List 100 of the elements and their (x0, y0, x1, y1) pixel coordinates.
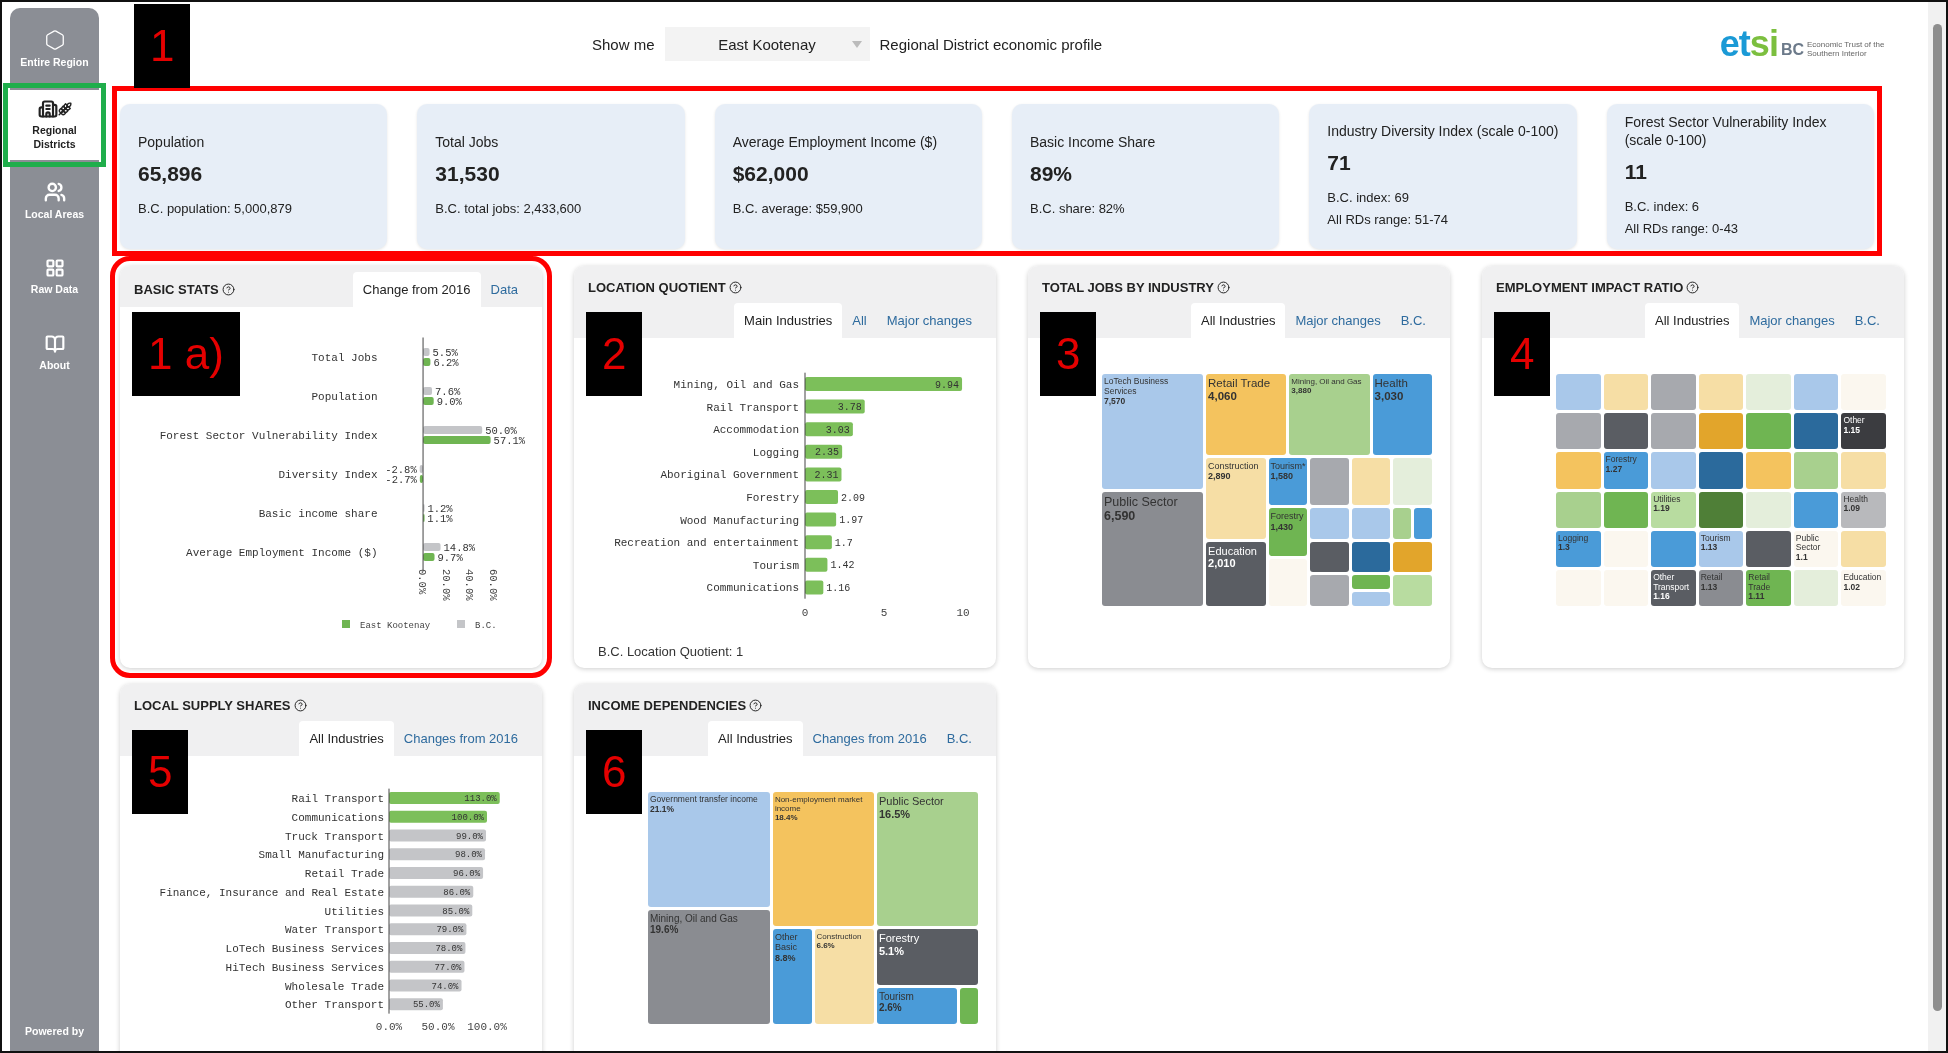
value-label: -2.8% (385, 463, 417, 476)
tile-value: 7,570 (1104, 396, 1126, 407)
panel-title: EMPLOYMENT IMPACT RATIO (1496, 280, 1684, 295)
tile-label: Logging (1558, 533, 1589, 544)
kpi-value: 65,896 (138, 161, 204, 186)
tick-label: 50.0% (421, 1021, 455, 1033)
value-label: 5.5% (432, 346, 458, 359)
kpi-note: B.C. index: 69 (1327, 188, 1410, 207)
value-label: 77.0% (434, 962, 462, 973)
tile-label: Retail Trade (1748, 572, 1772, 593)
tile-value: 19.6% (650, 924, 679, 936)
tile-value: 3,030 (1374, 390, 1404, 404)
axis-label: Communications (706, 582, 799, 595)
axis-label: Utilities (324, 905, 384, 918)
tick-label: 40.0% (463, 569, 476, 601)
tile-label: Health (1843, 494, 1868, 505)
kpi-label: Total Jobs (435, 133, 500, 152)
value-label: 96.0% (453, 869, 481, 880)
tile-label: Tourism (1700, 533, 1731, 544)
value-label: 3.03 (825, 424, 850, 436)
kpi-note: B.C. index: 6 (1624, 197, 1701, 216)
axis-label: Mining, Oil and Gas (673, 379, 799, 391)
callout-label: 5 (132, 730, 189, 814)
callout-label: 4 (1494, 312, 1551, 396)
axis-label: LoTech Business Services (225, 943, 384, 955)
panel-title: TOTAL JOBS BY INDUSTRY (1042, 280, 1214, 295)
show-me-label: Show me (592, 35, 655, 53)
axis-label: Truck Transport (284, 830, 384, 843)
kpi-note: B.C. average: $59,900 (732, 199, 864, 218)
tile-value: 4,060 (1208, 390, 1237, 404)
tile-label: Health (1374, 377, 1408, 391)
tile-label: LoTech Business Services (1104, 377, 1170, 397)
tile-value: 1.13 (1700, 582, 1718, 593)
axis-label: Average Employment Income ($) (186, 547, 378, 559)
value-label: 98.0% (455, 850, 483, 861)
tile-value: 1.11 (1748, 592, 1765, 603)
kpi-label: Average Employment Income ($) (732, 133, 939, 152)
panel-title: INCOME DEPENDENCIES (588, 698, 747, 713)
tile-label: Other Transport (1653, 572, 1691, 593)
kpi-note: B.C. population: 5,000,879 (138, 199, 293, 218)
panel-title: LOCATION QUOTIENT (588, 280, 726, 295)
tile-value: 8.8% (774, 952, 796, 964)
legend-label: B.C. (475, 621, 497, 631)
value-label: 6.2% (433, 356, 459, 369)
axis-label: HiTech Business Services (225, 961, 384, 974)
tile-value: 18.4% (774, 813, 798, 823)
value-label: 1.42 (830, 560, 855, 572)
kpi-note: All RDs range: 0-43 (1624, 219, 1740, 238)
tile-label: Construction (1208, 460, 1259, 472)
tile-label: Mining, Oil and Gas (650, 912, 738, 924)
kpi-value: 11 (1624, 159, 1648, 184)
powered-by-text: Powered by (25, 1025, 84, 1037)
tile-value: 1.02 (1843, 582, 1860, 593)
kpi-value: 89% (1030, 161, 1074, 186)
tick-label: 0 (801, 607, 809, 619)
tile-value: 2,890 (1208, 471, 1231, 482)
value-label: 86.0% (443, 887, 471, 898)
legend-label: East Kootenay (360, 621, 431, 631)
tile-label: Mining, Oil and Gas (1291, 377, 1362, 387)
kpi-note: B.C. share: 82% (1030, 199, 1126, 218)
tile-label: Education (1208, 544, 1257, 558)
value-label: 1.97 (839, 515, 864, 527)
kpi-value: 31,530 (435, 161, 501, 186)
value-label: 79.0% (436, 925, 464, 936)
axis-label: Population (311, 391, 378, 403)
axis-label: Water Transport (284, 924, 384, 937)
tile-value: 2.6% (878, 1002, 902, 1014)
tile-value: 1.15 (1843, 425, 1860, 436)
tile-value: 1,580 (1270, 471, 1294, 482)
axis-label: Small Manufacturing (258, 849, 384, 862)
kpi-value: $62,000 (732, 161, 810, 186)
value-label: 50.0% (485, 424, 517, 437)
axis-label: Wholesale Trade (284, 980, 384, 993)
tile-value: 6.6% (816, 941, 835, 951)
kpi-label: Basic Income Share (1030, 133, 1157, 152)
tile-label: Forestry (1605, 455, 1637, 466)
axis-label: Other Transport (284, 999, 384, 1012)
tick-label: 60.0% (487, 569, 500, 601)
tick-label: 5 (880, 607, 888, 619)
tile-label: Non-employment market income (774, 795, 864, 814)
value-label: 2.35 (815, 447, 840, 459)
tile-label: Other (1843, 416, 1865, 426)
value-label: 113.0% (464, 794, 497, 805)
value-label: 1.7 (834, 537, 853, 549)
tick-label: 100.0% (467, 1021, 507, 1033)
callout-label: 1 (134, 4, 191, 88)
axis-label: Tourism (752, 559, 799, 572)
value-label: 57.1% (493, 434, 526, 447)
axis-label: Accommodation (713, 424, 799, 437)
value-label: 99.0% (456, 831, 483, 842)
tile-value: 1.3 (1558, 543, 1570, 554)
callout-label: 1 a) (132, 312, 240, 396)
axis-label: Forest Sector Vulnerability Index (159, 430, 378, 442)
kpi-label: Population (138, 133, 206, 152)
axis-label: Aboriginal Government (660, 469, 799, 482)
axis-label: Finance, Insurance and Real Estate (159, 886, 384, 899)
value-label: -2.7% (385, 473, 417, 486)
callout-label: 3 (1040, 312, 1097, 396)
tile-value: 1.09 (1843, 504, 1860, 515)
tile-label: Utilities (1653, 494, 1681, 505)
